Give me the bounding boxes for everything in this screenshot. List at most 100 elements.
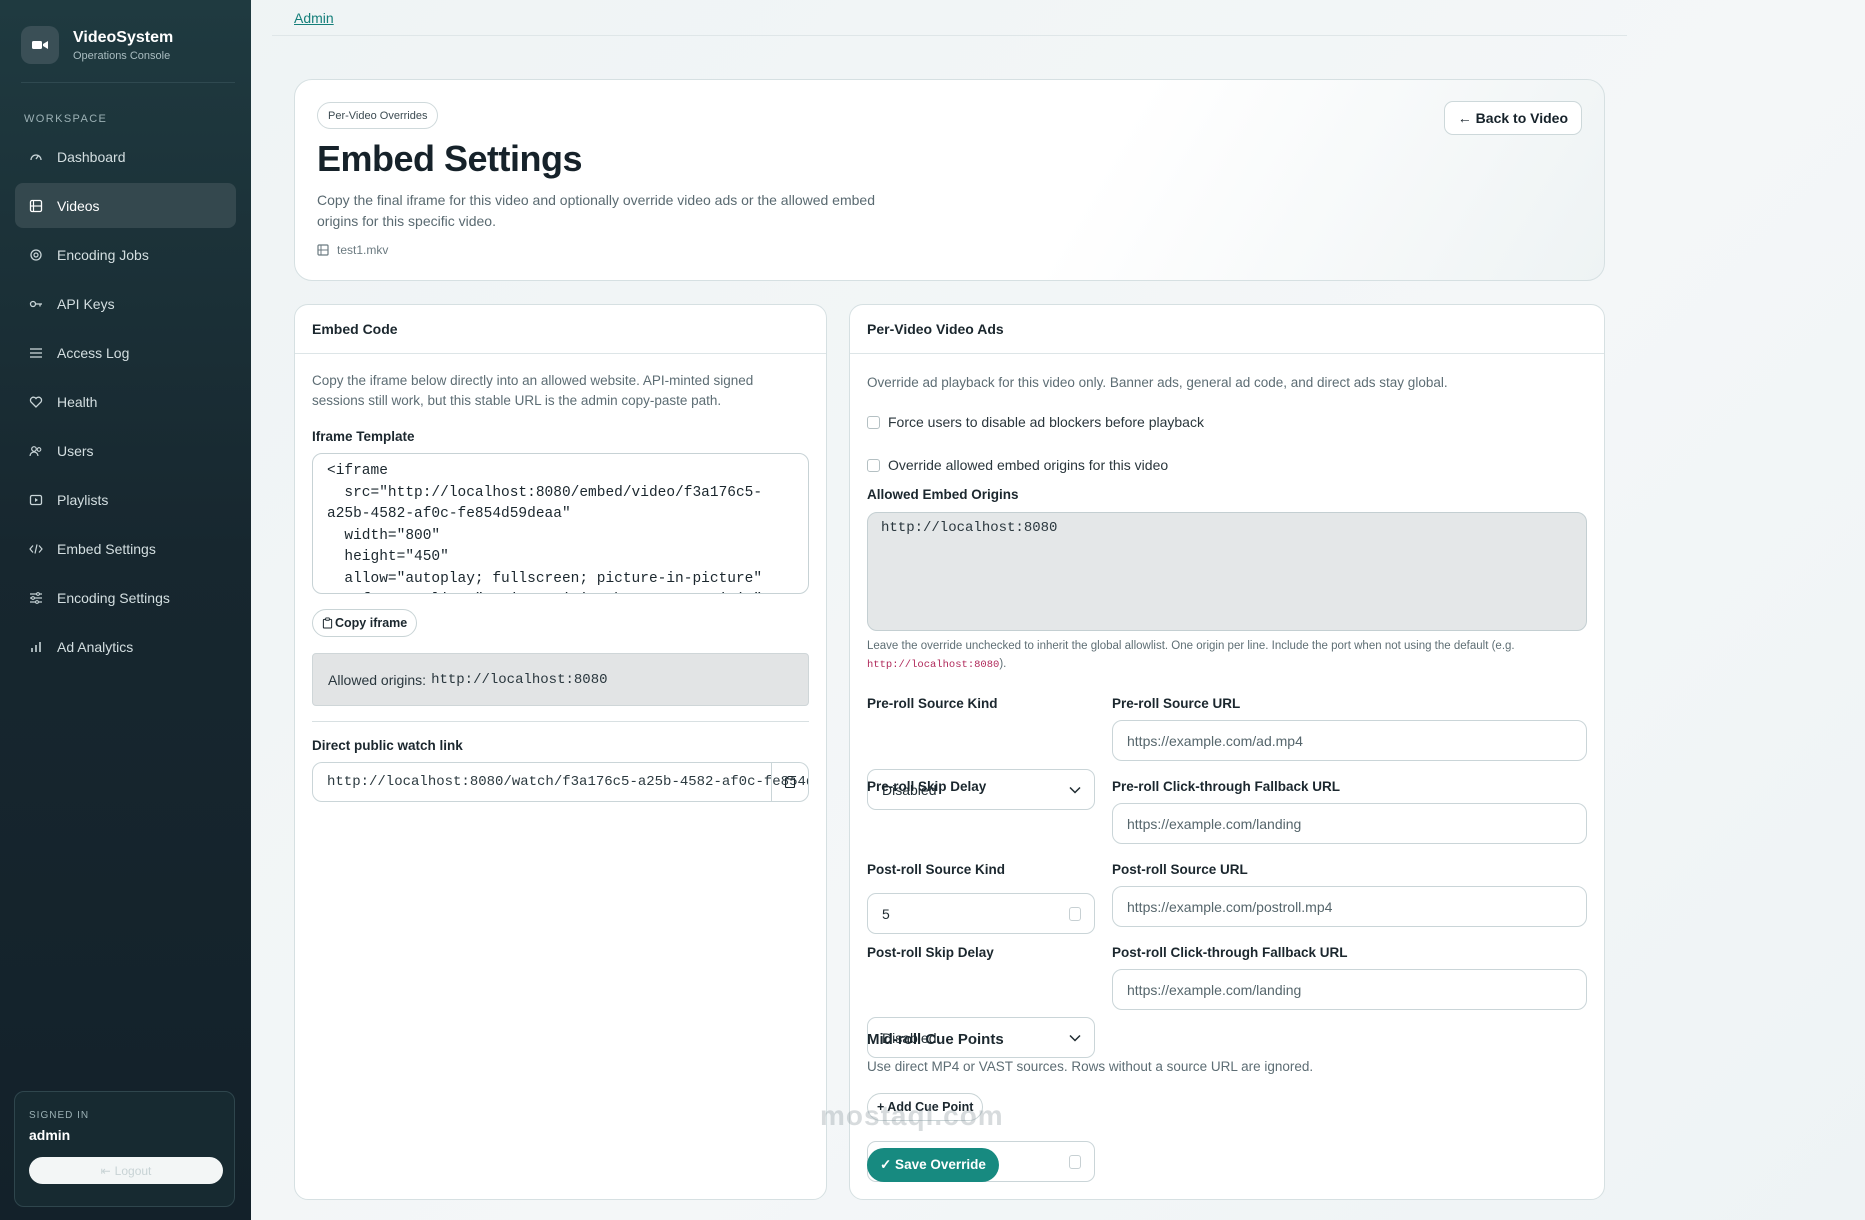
midroll-description: Use direct MP4 or VAST sources. Rows wit… xyxy=(867,1059,1314,1074)
page-description: Copy the final iframe for this video and… xyxy=(317,192,875,229)
sidebar-item-label: Ad Analytics xyxy=(57,638,134,655)
topbar: Admin xyxy=(272,0,1627,36)
sidebar-item-playlists[interactable]: Playlists xyxy=(15,477,236,522)
sidebar-item-health[interactable]: Health xyxy=(15,379,236,424)
origins-hint: Leave the override unchecked to inherit … xyxy=(867,637,1587,674)
brand-title: VideoSystem xyxy=(73,28,174,46)
sidebar-item-videos[interactable]: Videos xyxy=(15,183,236,228)
video-ads-title: Per-Video Video Ads xyxy=(850,305,1604,354)
copy-iframe-button[interactable]: Copy iframe xyxy=(312,609,418,637)
watermark: mostaql.com xyxy=(820,1100,1004,1131)
sidebar-item-label: Playlists xyxy=(57,491,109,508)
preroll-url-input[interactable]: https://example.com/ad.mp4 xyxy=(1112,720,1587,761)
postroll-url-input[interactable]: https://example.com/postroll.mp4 xyxy=(1112,886,1587,927)
allowed-origins-box: Allowed origins: http://localhost:8080 xyxy=(312,653,809,706)
embed-code-title: Embed Code xyxy=(295,305,826,354)
postroll-kind-label: Post-roll Source Kind xyxy=(867,862,1006,877)
origins-hint-code: http://localhost:8080 xyxy=(867,659,1000,671)
preroll-skip-label: Pre-roll Skip Delay xyxy=(867,779,987,794)
sliders-icon xyxy=(29,591,43,605)
origins-hint-end: ). xyxy=(999,658,1007,670)
page-title: Embed Settings xyxy=(317,138,583,179)
sidebar-nav: Dashboard Videos Encoding Jobs API Keys … xyxy=(15,134,236,673)
sidebar-item-api-keys[interactable]: API Keys xyxy=(15,281,236,326)
watch-link-input[interactable]: http://localhost:8080/watch/f3a176c5-a25… xyxy=(312,762,809,802)
override-origins-label: Override allowed embed origins for this … xyxy=(888,457,1169,473)
stepper-icon[interactable] xyxy=(1069,1154,1081,1169)
sidebar: VideoSystem Operations Console WORKSPACE… xyxy=(0,0,251,1220)
iframe-template-textarea[interactable]: <iframe src="http://localhost:8080/embed… xyxy=(312,453,809,594)
sidebar-item-label: Encoding Jobs xyxy=(57,246,149,263)
back-to-video-button[interactable]: ← Back to Video xyxy=(1443,101,1582,135)
force-disable-adblock-row[interactable]: Force users to disable ad blockers befor… xyxy=(867,414,1204,430)
list-icon xyxy=(29,346,43,360)
preroll-skip-input[interactable]: 5 xyxy=(867,893,1095,934)
watch-link-value: http://localhost:8080/watch/f3a176c5-a25… xyxy=(327,774,808,790)
sidebar-item-label: Dashboard xyxy=(57,148,126,165)
sidebar-item-label: API Keys xyxy=(57,295,115,312)
chevron-down-icon xyxy=(1069,786,1081,794)
embed-description: Copy the iframe below directly into an a… xyxy=(312,373,754,408)
sidebar-item-label: Embed Settings xyxy=(57,540,156,557)
sidebar-divider xyxy=(21,82,235,83)
clipboard-icon xyxy=(784,776,796,789)
iframe-template-label: Iframe Template xyxy=(312,429,415,444)
chevron-down-icon xyxy=(1069,1034,1081,1042)
sidebar-item-users[interactable]: Users xyxy=(15,428,236,473)
midroll-title: Mid-roll Cue Points xyxy=(867,1031,1004,1048)
brand-subtitle: Operations Console xyxy=(73,49,171,62)
logout-button[interactable]: ⇤ Logout xyxy=(29,1157,223,1184)
sidebar-item-label: Health xyxy=(57,393,98,410)
film-icon xyxy=(29,199,43,213)
postroll-skip-label: Post-roll Skip Delay xyxy=(867,945,994,960)
origins-hint-text: Leave the override unchecked to inherit … xyxy=(867,640,1515,652)
bar-chart-icon xyxy=(29,640,43,654)
section-label: WORKSPACE xyxy=(24,113,108,125)
watch-link-label: Direct public watch link xyxy=(312,738,463,753)
users-icon xyxy=(29,444,43,458)
sidebar-item-label: Encoding Settings xyxy=(57,589,170,606)
video-ads-card: Per-Video Video Ads Override ad playback… xyxy=(849,304,1605,1200)
signed-in-card: SIGNED IN admin ⇤ Logout xyxy=(14,1091,235,1207)
logout-label: Logout xyxy=(114,1163,152,1178)
sidebar-item-ad-analytics[interactable]: Ad Analytics xyxy=(15,624,236,669)
allowed-origins-prefix: Allowed origins: xyxy=(328,671,427,688)
postroll-url-label: Post-roll Source URL xyxy=(1112,862,1248,877)
postroll-click-input[interactable]: https://example.com/landing xyxy=(1112,969,1587,1010)
save-override-button[interactable]: ✓ Save Override xyxy=(867,1148,999,1182)
allowed-embed-origins-label: Allowed Embed Origins xyxy=(867,487,1019,502)
sidebar-item-label: Videos xyxy=(57,197,100,214)
copy-watch-link-button[interactable] xyxy=(771,763,808,801)
preroll-kind-label: Pre-roll Source Kind xyxy=(867,696,998,711)
gear-icon xyxy=(29,248,43,262)
override-origins-checkbox[interactable] xyxy=(867,458,880,472)
brand[interactable]: VideoSystem Operations Console xyxy=(21,26,173,64)
dashboard-icon xyxy=(29,150,43,164)
sidebar-item-encoding-jobs[interactable]: Encoding Jobs xyxy=(15,232,236,277)
copy-iframe-label: Copy iframe xyxy=(335,616,408,630)
force-disable-adblock-label: Force users to disable ad blockers befor… xyxy=(888,414,1204,430)
code-icon xyxy=(29,542,43,556)
signed-in-label: SIGNED IN xyxy=(29,1110,90,1121)
force-disable-adblock-checkbox[interactable] xyxy=(867,415,880,429)
heart-icon xyxy=(29,395,43,409)
override-origins-row[interactable]: Override allowed embed origins for this … xyxy=(867,457,1168,473)
video-ads-description: Override ad playback for this video only… xyxy=(867,375,1448,390)
page-header: Per-Video Overrides Embed Settings Copy … xyxy=(294,79,1605,281)
preroll-click-input[interactable]: https://example.com/landing xyxy=(1112,803,1587,844)
stepper-icon[interactable] xyxy=(1069,906,1081,921)
breadcrumb-admin[interactable]: Admin xyxy=(294,10,334,26)
file-info: test1.mkv xyxy=(317,243,388,257)
embed-code-card: Embed Code Copy the iframe below directl… xyxy=(294,304,827,1200)
preroll-url-label: Pre-roll Source URL xyxy=(1112,696,1241,711)
allowed-embed-origins-textarea[interactable]: http://localhost:8080 xyxy=(867,512,1587,631)
signed-in-user: admin xyxy=(29,1127,71,1143)
preroll-click-label: Pre-roll Click-through Fallback URL xyxy=(1112,779,1341,794)
sidebar-item-access-log[interactable]: Access Log xyxy=(15,330,236,375)
postroll-click-label: Post-roll Click-through Fallback URL xyxy=(1112,945,1348,960)
sidebar-item-encoding-settings[interactable]: Encoding Settings xyxy=(15,575,236,620)
sidebar-item-label: Access Log xyxy=(57,344,130,361)
sidebar-item-embed-settings[interactable]: Embed Settings xyxy=(15,526,236,571)
sidebar-item-dashboard[interactable]: Dashboard xyxy=(15,134,236,179)
file-name: test1.mkv xyxy=(337,243,389,257)
